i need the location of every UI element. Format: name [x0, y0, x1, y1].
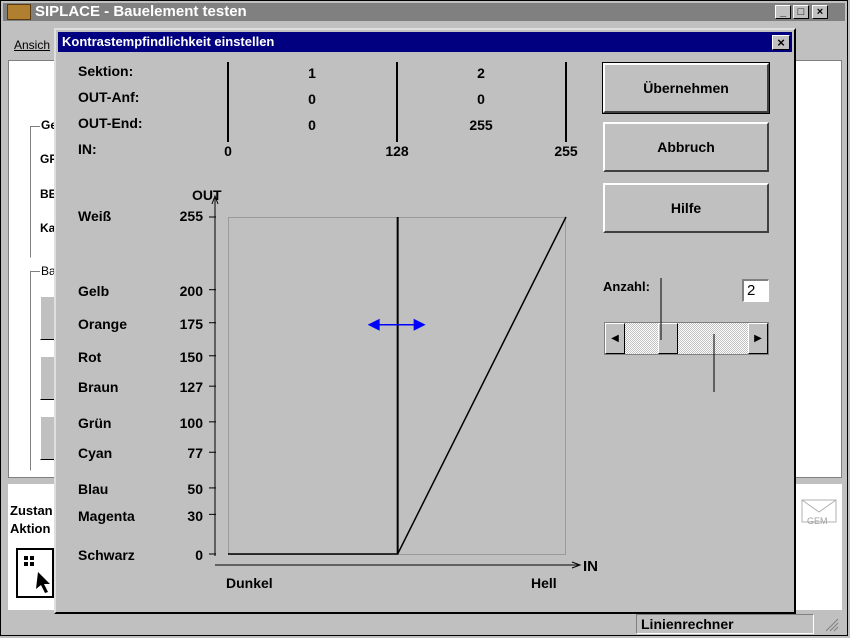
y-tick-value: 100 [180, 415, 204, 431]
cancel-button[interactable]: Abbruch [603, 122, 769, 172]
y-tick-value: 50 [187, 481, 203, 497]
drag-arrow-left-icon [367, 318, 380, 331]
y-tick-name: Grün [78, 415, 111, 431]
y-tick-value: 127 [180, 379, 204, 395]
y-tick-name: Rot [78, 349, 102, 365]
count-input[interactable]: 2 [742, 279, 769, 302]
help-button[interactable]: Hilfe [603, 183, 769, 233]
arrow-right-icon: ▶ [754, 333, 762, 344]
y-tick-value: 175 [180, 316, 204, 332]
scroll-right-button[interactable]: ▶ [748, 323, 768, 354]
y-tick-name: Cyan [78, 445, 112, 461]
callout-lines [660, 278, 715, 392]
y-tick-name: Weiß [78, 208, 112, 224]
y-tick-name: Schwarz [78, 547, 135, 563]
y-tick-value: 200 [180, 283, 204, 299]
y-tick-name: Magenta [78, 508, 135, 524]
y-tick-value: 255 [180, 208, 204, 224]
y-tick-name: Blau [78, 481, 108, 497]
y-tick-value: 150 [180, 349, 204, 365]
x-max-label: Hell [531, 575, 557, 591]
y-tick-value: 0 [195, 547, 203, 563]
y-tick-value: 77 [187, 445, 203, 461]
apply-button[interactable]: Übernehmen [602, 62, 770, 114]
y-tick-name: Gelb [78, 283, 109, 299]
y-tick-name: Orange [78, 316, 127, 332]
x-axis-title: IN [583, 558, 598, 575]
y-tick-value: 30 [187, 508, 203, 524]
x-min-label: Dunkel [226, 575, 273, 591]
y-tick-name: Braun [78, 379, 118, 395]
y-axis-title: OUT [192, 187, 222, 203]
drag-arrow-right-icon [413, 318, 426, 331]
